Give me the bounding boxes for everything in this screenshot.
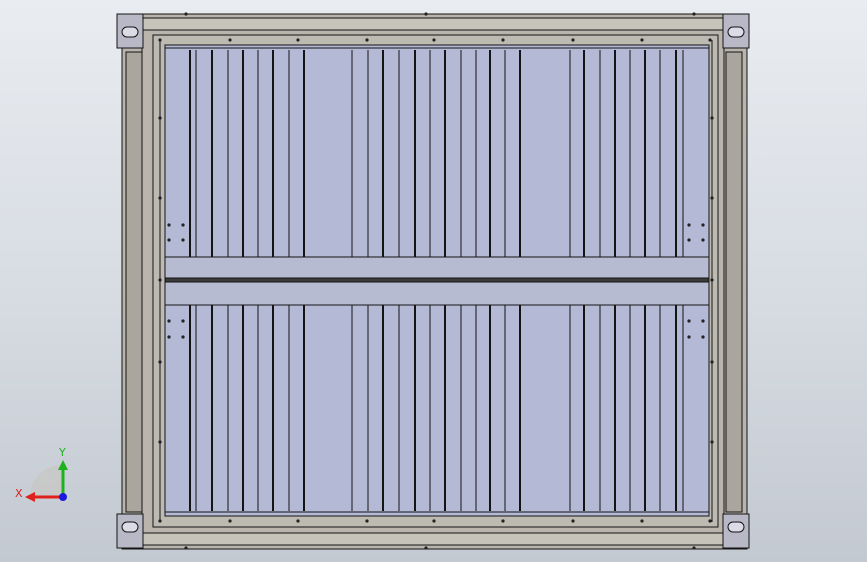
rivet <box>228 38 232 42</box>
rivet <box>228 519 232 523</box>
rivet <box>181 238 185 242</box>
y-axis-arrowhead <box>58 460 68 470</box>
corner-casting-top-left <box>116 13 144 49</box>
rivet <box>687 335 691 339</box>
rivet <box>687 223 691 227</box>
rivet <box>167 238 171 242</box>
rivet <box>692 12 696 16</box>
rivet <box>432 519 436 523</box>
corner-casting-bottom-right <box>722 513 750 549</box>
x-axis-arrowhead <box>25 492 35 502</box>
rivet <box>501 38 505 42</box>
rivet <box>158 116 162 120</box>
rivet <box>158 196 162 200</box>
rivet <box>424 12 428 16</box>
rivet <box>158 278 162 282</box>
rivet <box>571 519 575 523</box>
rivet <box>158 440 162 444</box>
rivet <box>710 278 714 282</box>
rivet <box>701 238 705 242</box>
rivet <box>701 335 705 339</box>
z-axis-dot <box>59 493 67 501</box>
rivet <box>708 38 712 42</box>
rivet <box>710 116 714 120</box>
rivet <box>184 546 188 550</box>
cad-viewport[interactable]: Y X <box>0 0 867 562</box>
rivet <box>158 519 162 523</box>
rivet <box>640 38 644 42</box>
rivet <box>167 335 171 339</box>
rivet <box>184 12 188 16</box>
container-frame-model[interactable]: Y X <box>0 0 867 562</box>
rivet <box>365 38 369 42</box>
rivet <box>181 319 185 323</box>
rivet <box>158 360 162 364</box>
y-axis-label: Y <box>58 446 66 459</box>
axis-triad: Y X <box>15 446 68 502</box>
rivet <box>158 38 162 42</box>
rivet <box>701 223 705 227</box>
rivet <box>432 38 436 42</box>
rivet <box>710 360 714 364</box>
rivet <box>296 38 300 42</box>
rivet <box>710 196 714 200</box>
rivet <box>167 223 171 227</box>
rivet <box>296 519 300 523</box>
rivet <box>708 519 712 523</box>
rivet <box>710 440 714 444</box>
corner-casting-top-right <box>722 13 750 49</box>
rivet <box>181 223 185 227</box>
rivet <box>701 319 705 323</box>
rivet <box>687 319 691 323</box>
rivet <box>571 38 575 42</box>
rivet <box>687 238 691 242</box>
rivet <box>692 546 696 550</box>
rivet <box>501 519 505 523</box>
center-crossbeam <box>164 256 710 306</box>
x-axis-label: X <box>15 487 23 500</box>
rivet <box>181 335 185 339</box>
corner-casting-bottom-left <box>116 513 144 549</box>
rivet <box>424 546 428 550</box>
rivet <box>365 519 369 523</box>
rivet <box>167 319 171 323</box>
rivet <box>640 519 644 523</box>
